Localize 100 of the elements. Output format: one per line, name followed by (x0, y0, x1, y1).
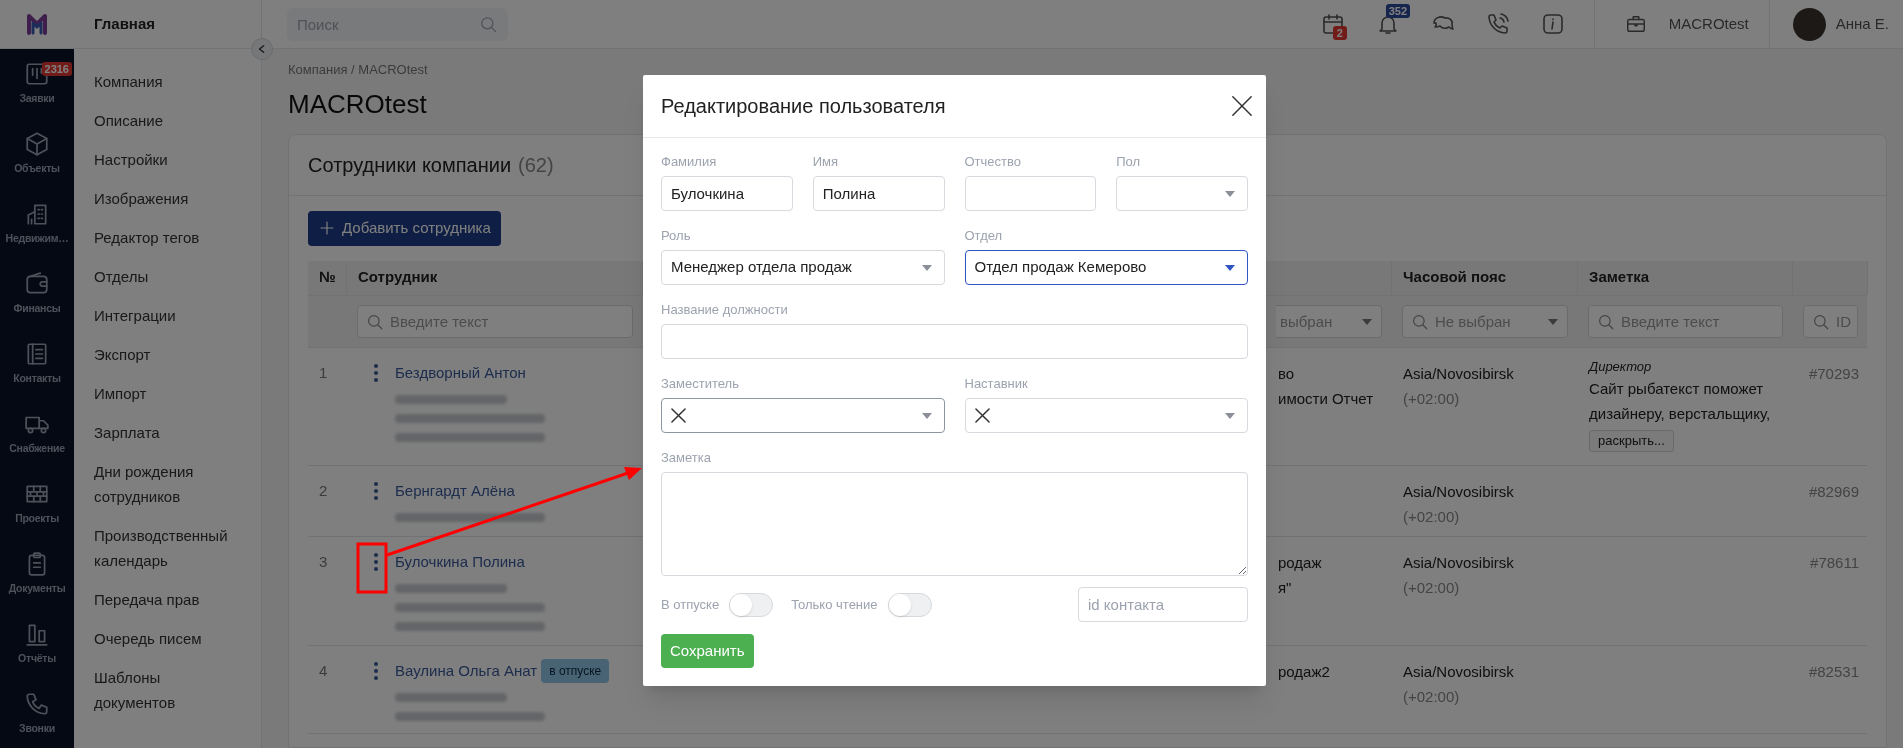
column-header: Часовой пояс (1403, 267, 1507, 288)
employee-link[interactable]: Ваулина Ольга Анат (395, 658, 538, 683)
kebab-menu-icon[interactable] (373, 480, 379, 501)
rail-item[interactable]: Финансы (0, 259, 74, 329)
sidebar-item[interactable]: Экспорт (74, 335, 261, 374)
text-field[interactable] (661, 324, 1248, 359)
rail-item[interactable]: Проекты (0, 469, 74, 539)
search-icon (366, 312, 384, 331)
rail-item[interactable]: Объекты (0, 119, 74, 189)
table-cell-text: 2 (319, 480, 329, 501)
sidebar-item[interactable]: Компания (74, 62, 261, 101)
close-icon (1231, 95, 1253, 117)
sidebar-item[interactable]: Производственный календарь (74, 516, 261, 580)
user-menu[interactable]: Анна Е. (1768, 0, 1903, 48)
rail-item[interactable]: Документы (0, 539, 74, 609)
caret-icon (1225, 264, 1235, 271)
field-label: Заметка (661, 450, 712, 466)
breadcrumb: Компания / MACROtest (288, 61, 429, 79)
note-text: Сайт рыбатекст поможет дизайнеру, верстальщику, (1589, 378, 1772, 424)
select-field[interactable]: Менеджер отдела продаж (661, 250, 945, 285)
modal-title: Редактирование пользователя (661, 94, 946, 119)
select-field[interactable]: Отдел продаж Кемерово (964, 250, 1248, 285)
sidebar-item[interactable]: Зарплата (74, 413, 261, 452)
kebab-menu-icon[interactable] (373, 362, 379, 383)
table-cell-text: Asia/Novosibirsk (1403, 481, 1515, 502)
sidebar-item[interactable]: Редактор тегов (74, 218, 261, 257)
caret-icon (1362, 318, 1372, 325)
sidebar-item[interactable]: Описание (74, 101, 261, 140)
cube-icon (24, 131, 50, 158)
field-label: Отдел (964, 228, 1004, 244)
plus-icon (318, 219, 336, 237)
table-cell-text: #82531 (1808, 661, 1859, 682)
text-field[interactable]: Булочкина (661, 176, 793, 211)
sidebar-item[interactable]: Изображения (74, 179, 261, 218)
add-employee-button[interactable]: Добавить сотрудника (308, 210, 501, 246)
field-label: Наставник (964, 376, 1029, 392)
toggle-switch[interactable] (729, 592, 774, 617)
sidebar-item[interactable]: Импорт (74, 374, 261, 413)
employee-link[interactable]: Бездворный Антон (395, 360, 526, 385)
building-icon (24, 201, 50, 228)
field-label: Заместитель (661, 376, 740, 392)
select-field[interactable] (661, 398, 945, 433)
table-cell-text: во (1278, 363, 1296, 384)
note-field[interactable] (661, 472, 1248, 576)
field-label: Имя (812, 154, 840, 170)
expand-button[interactable]: раскрыть... (1589, 429, 1674, 452)
note-title: Директор (1589, 357, 1652, 376)
table-cell-text: родаж2 (1278, 661, 1331, 682)
table-cell-text: (+02:00) (1403, 577, 1461, 598)
calendar-icon[interactable] (1320, 12, 1345, 36)
table-cell-text: (+02:00) (1403, 686, 1461, 707)
text-field[interactable]: Полина (812, 176, 945, 211)
clear-icon[interactable] (671, 408, 686, 423)
text-field[interactable] (964, 176, 1097, 211)
table-cell-text: (+02:00) (1403, 388, 1461, 409)
table-cell-text: я" (1278, 577, 1293, 598)
card-title: Сотрудники компании (308, 152, 512, 178)
count-badge: 352 (1385, 4, 1411, 18)
table-cell-text: 4 (319, 660, 329, 681)
contact-id-field[interactable]: id контакта (1078, 587, 1248, 622)
sidebar-item[interactable]: Отделы (74, 257, 261, 296)
rail-item[interactable]: Отчёты (0, 609, 74, 679)
info-icon[interactable] (1540, 12, 1565, 36)
employee-link[interactable]: Булочкина Полина (395, 549, 525, 574)
count-badge: 2 (1332, 26, 1347, 40)
rail-item[interactable]: Контакты (0, 329, 74, 399)
phone-call-icon[interactable] (1485, 12, 1510, 36)
table-cell-text: (+02:00) (1403, 506, 1461, 527)
search-icon (1812, 312, 1830, 331)
rail-item[interactable]: Заявки 2316 (0, 49, 74, 119)
rail-item[interactable]: Снабжение (0, 399, 74, 469)
column-header: № (319, 267, 336, 288)
sidebar-item[interactable]: Настройки (74, 140, 261, 179)
sidebar-item[interactable]: Шаблоны документов (74, 658, 261, 722)
toggle-switch[interactable] (887, 592, 932, 617)
sidebar-item[interactable]: Передача прав (74, 580, 261, 619)
field-label: Отчество (964, 154, 1022, 170)
sidebar-item[interactable]: Дни рождения сотрудников (74, 452, 261, 516)
field-label: Фамилия (661, 154, 718, 170)
table-cell-text: Asia/Novosibirsk (1403, 552, 1515, 573)
avatar (1792, 7, 1826, 41)
kebab-menu-icon[interactable] (373, 551, 379, 572)
search-icon (1411, 312, 1429, 331)
caret-icon (1548, 318, 1558, 325)
column-header: Заметка (1589, 267, 1650, 288)
clear-icon[interactable] (974, 408, 990, 423)
toggle-label: В отпуске (661, 595, 720, 614)
field-label: Роль (661, 228, 692, 244)
rail-item[interactable]: Недвижим… (0, 189, 74, 259)
kebab-menu-icon[interactable] (373, 660, 379, 681)
save-button[interactable]: Сохранить (661, 634, 754, 668)
sidebar-item[interactable]: Интеграции (74, 296, 261, 335)
phone-icon (24, 691, 50, 718)
company-switcher[interactable]: MACROtest (1593, 0, 1769, 48)
rail-item[interactable]: Звонки (0, 679, 74, 748)
table-cell-text: #82969 (1808, 481, 1859, 502)
logo-icon[interactable] (24, 13, 50, 35)
employee-link[interactable]: Бернгардт Алёна (395, 478, 515, 503)
sidebar-item[interactable]: Очередь писем (74, 619, 261, 658)
table-cell-text: Asia/Novosibirsk (1403, 661, 1515, 682)
